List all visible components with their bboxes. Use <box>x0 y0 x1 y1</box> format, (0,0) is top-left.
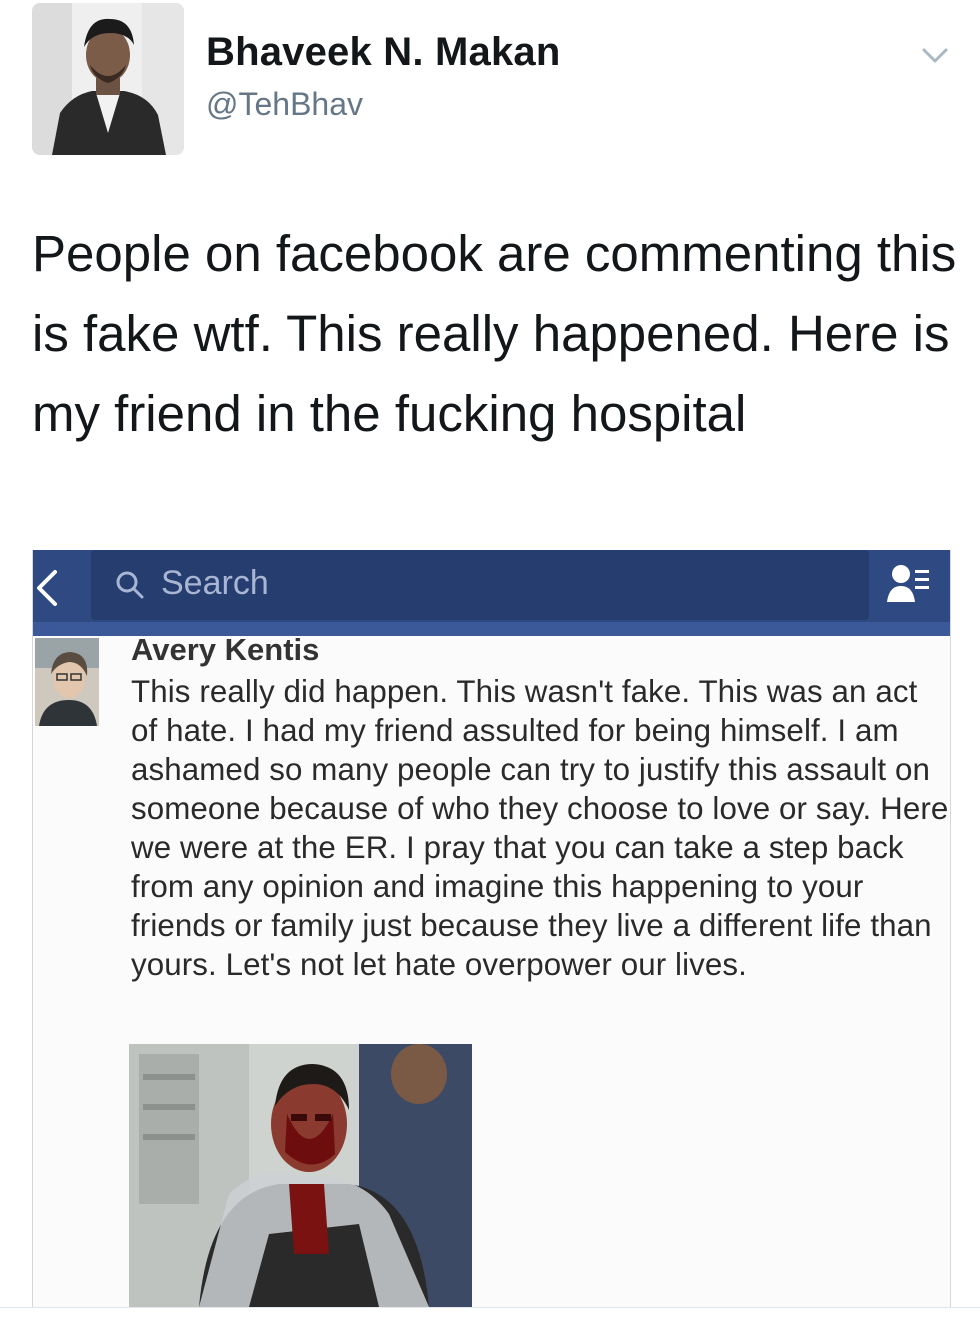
chevron-left-icon <box>37 570 57 606</box>
facebook-search-field: Search <box>91 550 869 620</box>
comment-text: This really did happen. This wasn't fake… <box>131 674 949 982</box>
tweet-text: People on facebook are commenting this i… <box>32 225 957 442</box>
chevron-down-icon[interactable] <box>920 40 950 70</box>
hospital-photo <box>129 1044 472 1307</box>
friend-requests-icon <box>887 565 929 602</box>
comment-author-name: Avery Kentis <box>131 632 320 667</box>
tweet-media-image[interactable]: Search Avery Kentis This really did happ… <box>32 550 951 1307</box>
author-avatar[interactable] <box>32 3 184 155</box>
author-display-name[interactable]: Bhaveek N. Makan <box>206 30 560 75</box>
tweet-divider <box>0 1307 980 1308</box>
avatar-photo <box>32 3 184 155</box>
search-icon <box>116 571 144 599</box>
commenter-avatar <box>35 638 99 726</box>
facebook-search-placeholder: Search <box>161 564 269 602</box>
facebook-top-bar: Search <box>33 550 950 636</box>
author-handle[interactable]: @TehBhav <box>206 86 363 123</box>
